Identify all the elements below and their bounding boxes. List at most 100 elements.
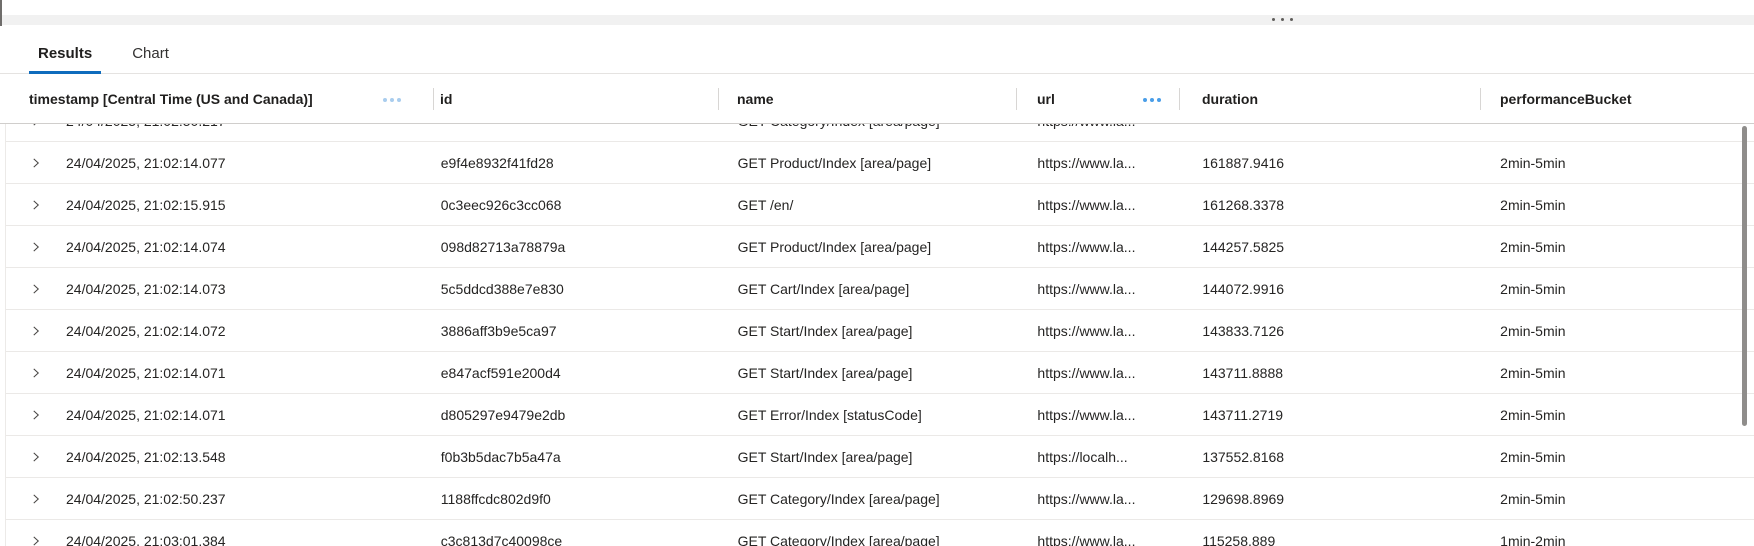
cell-id: c3c813d7c40098ce (435, 520, 720, 546)
cell-name: GET Cart/Index [area/page] (720, 268, 1018, 309)
column-header-label: duration (1202, 91, 1258, 107)
tab-chart[interactable]: Chart (123, 45, 178, 74)
table-row[interactable]: 24/04/2025, 21:02:14.074098d82713a78879a… (6, 226, 1754, 268)
cell-timestamp: 24/04/2025, 21:02:15.915 (6, 184, 435, 225)
cell-timestamp: 24/04/2025, 21:02:14.073 (6, 268, 435, 309)
cell-performanceBucket: 2min-5min (1481, 310, 1754, 351)
table-row[interactable]: 24/04/2025, 21:02:14.077e9f4e8932f41fd28… (6, 142, 1754, 184)
cell-id: 5c5ddcd388e7e830 (435, 268, 720, 309)
cell-url: https://www.la... (1017, 352, 1180, 393)
cell-url: https://www.la... (1017, 124, 1180, 141)
cell-url: https://www.la... (1017, 226, 1180, 267)
chevron-right-icon[interactable] (29, 492, 43, 506)
chevron-right-icon[interactable] (29, 156, 43, 170)
cell-id: 3886aff3b9e5ca97 (435, 310, 720, 351)
cell-duration: 129698.8969 (1180, 478, 1481, 519)
cell-url: https://www.la... (1017, 394, 1180, 435)
results-tab-bar: Results Chart (0, 25, 1754, 74)
table-row[interactable]: 24/04/2025, 21:03:01.384c3c813d7c40098ce… (6, 520, 1754, 546)
table-row[interactable]: 24/04/2025, 21:02:14.0723886aff3b9e5ca97… (6, 310, 1754, 352)
cell-id: e847acf591e200d4 (435, 352, 720, 393)
chevron-right-icon[interactable] (29, 534, 43, 546)
cell-timestamp: 24/04/2025, 21:02:14.074 (6, 226, 435, 267)
column-menu-icon[interactable] (1143, 98, 1161, 102)
chevron-right-icon[interactable] (29, 366, 43, 380)
cell-timestamp: 24/04/2025, 21:02:14.071 (6, 394, 435, 435)
cell-name: GET Product/Index [area/page] (720, 142, 1018, 183)
cell-name: GET Category/Index [area/page] (720, 478, 1018, 519)
cell-id: 1188ffcdc802d9f0 (435, 478, 720, 519)
table-row-clipped[interactable]: 24/04/2025, 21:02:50.217GET Category/Ind… (6, 124, 1754, 142)
column-header-id[interactable]: id (434, 74, 719, 123)
pane-splitter[interactable] (0, 15, 1754, 25)
cell-performanceBucket: 1min-2min (1481, 520, 1754, 546)
table-row[interactable]: 24/04/2025, 21:02:14.071e847acf591e200d4… (6, 352, 1754, 394)
cell-performanceBucket: 2min-5min (1481, 226, 1754, 267)
cell-duration: 115258.889 (1180, 520, 1481, 546)
column-header-duration[interactable]: duration (1180, 74, 1481, 123)
column-header-name[interactable]: name (719, 74, 1017, 123)
table-row[interactable]: 24/04/2025, 21:02:13.548f0b3b5dac7b5a47a… (6, 436, 1754, 478)
cell-timestamp: 24/04/2025, 21:02:14.072 (6, 310, 435, 351)
cell-url: https://www.la... (1017, 184, 1180, 225)
cell-duration: 143711.8888 (1180, 352, 1481, 393)
cell-duration: 144257.5825 (1180, 226, 1481, 267)
table-row[interactable]: 24/04/2025, 21:02:14.071d805297e9479e2db… (6, 394, 1754, 436)
chevron-right-icon[interactable] (29, 324, 43, 338)
cell-name: GET Category/Index [area/page] (720, 124, 1018, 141)
chevron-right-icon[interactable] (29, 450, 43, 464)
grid-body: 24/04/2025, 21:02:50.217GET Category/Ind… (5, 124, 1754, 546)
top-strip (0, 0, 1754, 15)
column-header-url[interactable]: url (1017, 74, 1180, 123)
cell-name: GET Start/Index [area/page] (720, 310, 1018, 351)
table-row[interactable]: 24/04/2025, 21:02:50.2371188ffcdc802d9f0… (6, 478, 1754, 520)
vertical-scrollbar[interactable] (1742, 126, 1747, 426)
chevron-right-icon[interactable] (29, 408, 43, 422)
cell-performanceBucket: 2min-5min (1481, 352, 1754, 393)
cell-performanceBucket: 2min-5min (1481, 142, 1754, 183)
cell-id (435, 124, 720, 141)
cell-id: 0c3eec926c3cc068 (435, 184, 720, 225)
cell-url: https://www.la... (1017, 520, 1180, 546)
cell-duration: 161887.9416 (1180, 142, 1481, 183)
pane-edge (0, 0, 2, 26)
chevron-right-icon[interactable] (29, 124, 43, 128)
cell-timestamp: 24/04/2025, 21:02:50.237 (6, 478, 435, 519)
chevron-right-icon[interactable] (29, 282, 43, 296)
cell-duration: 143711.2719 (1180, 394, 1481, 435)
column-header-timestamp[interactable]: timestamp [Central Time (US and Canada)] (0, 74, 434, 123)
cell-url: https://www.la... (1017, 310, 1180, 351)
grid-header: timestamp [Central Time (US and Canada)]… (0, 74, 1754, 124)
cell-url: https://www.la... (1017, 142, 1180, 183)
cell-duration: 137552.8168 (1180, 436, 1481, 477)
splitter-grip-icon (1272, 18, 1293, 21)
table-row[interactable]: 24/04/2025, 21:02:15.9150c3eec926c3cc068… (6, 184, 1754, 226)
cell-id: f0b3b5dac7b5a47a (435, 436, 720, 477)
cell-url: https://localh... (1017, 436, 1180, 477)
query-results-pane: Results Chart timestamp [Central Time (U… (0, 0, 1754, 546)
cell-duration: 143833.7126 (1180, 310, 1481, 351)
cell-performanceBucket: 2min-5min (1481, 436, 1754, 477)
cell-performanceBucket: 2min-5min (1481, 268, 1754, 309)
column-header-label: id (440, 91, 452, 107)
cell-name: GET Error/Index [statusCode] (720, 394, 1018, 435)
cell-timestamp: 24/04/2025, 21:02:14.071 (6, 352, 435, 393)
column-header-performanceBucket[interactable]: performanceBucket (1481, 74, 1754, 123)
column-header-label: url (1037, 91, 1055, 107)
column-header-label: name (737, 91, 774, 107)
cell-duration: 161268.3378 (1180, 184, 1481, 225)
table-row[interactable]: 24/04/2025, 21:02:14.0735c5ddcd388e7e830… (6, 268, 1754, 310)
tab-results[interactable]: Results (29, 45, 101, 74)
cell-name: GET Category/Index [area/page] (720, 520, 1018, 546)
chevron-right-icon[interactable] (29, 198, 43, 212)
cell-id: 098d82713a78879a (435, 226, 720, 267)
chevron-right-icon[interactable] (29, 240, 43, 254)
column-menu-icon[interactable] (383, 98, 401, 102)
cell-id: d805297e9479e2db (435, 394, 720, 435)
cell-url: https://www.la... (1017, 478, 1180, 519)
cell-performanceBucket (1481, 124, 1754, 141)
cell-name: GET Start/Index [area/page] (720, 436, 1018, 477)
cell-name: GET Product/Index [area/page] (720, 226, 1018, 267)
cell-url: https://www.la... (1017, 268, 1180, 309)
cell-performanceBucket: 2min-5min (1481, 184, 1754, 225)
